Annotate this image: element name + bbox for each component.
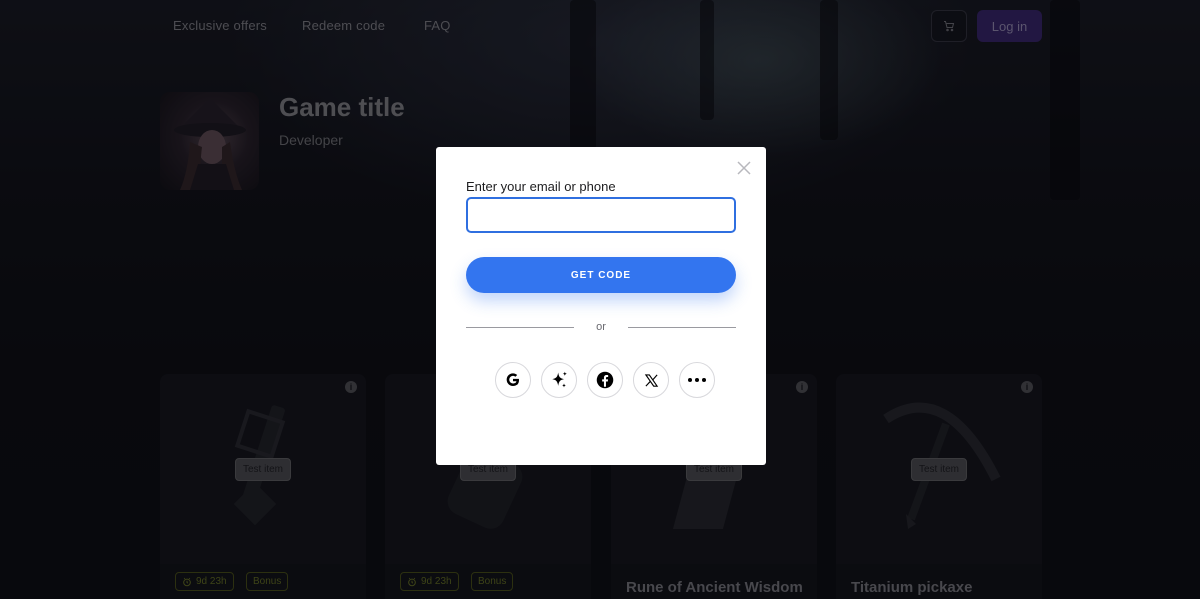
get-code-button[interactable]: GET CODE bbox=[466, 257, 736, 293]
google-login-button[interactable] bbox=[495, 362, 531, 398]
facebook-icon bbox=[596, 371, 614, 389]
more-icon bbox=[688, 378, 706, 382]
email-field-label: Enter your email or phone bbox=[466, 179, 616, 194]
x-login-button[interactable] bbox=[633, 362, 669, 398]
close-button[interactable] bbox=[736, 160, 752, 176]
facebook-login-button[interactable] bbox=[587, 362, 623, 398]
email-field[interactable] bbox=[466, 197, 736, 233]
social-login-row bbox=[495, 362, 715, 398]
close-icon bbox=[737, 161, 751, 175]
divider-right bbox=[628, 327, 736, 328]
sparkle-login-button[interactable] bbox=[541, 362, 577, 398]
sparkle-icon bbox=[552, 371, 567, 388]
more-options-button[interactable] bbox=[679, 362, 715, 398]
login-modal: Enter your email or phone GET CODE or bbox=[436, 147, 766, 465]
google-icon bbox=[506, 373, 519, 386]
x-icon bbox=[644, 373, 658, 387]
